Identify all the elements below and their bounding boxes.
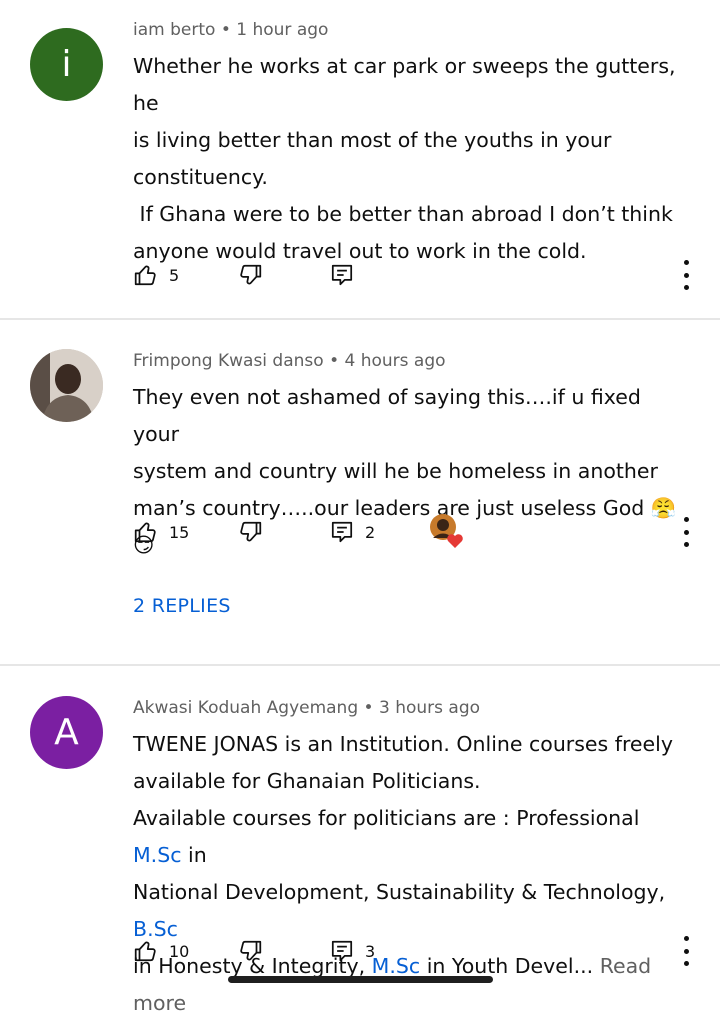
- comment-line: constituency.: [133, 165, 268, 189]
- comment-item: A Akwasi Koduah Agyemang • 3 hours ago T…: [0, 666, 720, 1015]
- line-text: Available courses for politicians are : …: [133, 806, 646, 830]
- like-count: 15: [169, 522, 190, 542]
- comment-line: available for Ghanaian Politicians.: [133, 769, 481, 793]
- hashtag-link[interactable]: M.Sc: [133, 843, 182, 867]
- comment-time: 4 hours ago: [344, 351, 446, 371]
- comment-line: is living better than most of the youths…: [133, 128, 612, 152]
- reply-comment-icon: [331, 521, 353, 543]
- creator-heart-icon: [430, 514, 463, 548]
- like-button[interactable]: 15: [133, 517, 189, 547]
- reply-comment-icon: [331, 264, 353, 286]
- thumbs-down-icon: [240, 940, 262, 961]
- comment-meta: Akwasi Koduah Agyemang • 3 hours ago: [133, 698, 480, 718]
- reply-comment-icon: [331, 940, 353, 962]
- dislike-button[interactable]: [237, 936, 263, 966]
- like-count: 5: [169, 265, 180, 285]
- comment-line: system and country will he be homeless i…: [133, 459, 658, 483]
- avatar[interactable]: [30, 349, 103, 422]
- comment-actions: 10 3: [133, 936, 693, 966]
- reply-button[interactable]: [329, 260, 355, 290]
- reply-button[interactable]: 3: [329, 936, 375, 966]
- kebab-menu-icon[interactable]: [681, 517, 691, 547]
- author-name[interactable]: Akwasi Koduah Agyemang: [133, 698, 358, 718]
- thumbs-down-icon: [240, 264, 262, 285]
- comment-meta: iam berto • 1 hour ago: [133, 20, 328, 40]
- dislike-button[interactable]: [237, 517, 263, 547]
- author-name[interactable]: iam berto: [133, 20, 215, 40]
- thumbs-up-icon: [134, 265, 156, 286]
- comment-line: If Ghana were to be better than abroad I…: [133, 202, 673, 226]
- comment-text: Whether he works at car park or sweeps t…: [133, 48, 693, 270]
- kebab-menu-icon[interactable]: [681, 260, 691, 290]
- thumbs-up-icon: [134, 522, 156, 543]
- like-count: 10: [169, 941, 190, 961]
- avatar[interactable]: i: [30, 28, 103, 101]
- comment-time: 3 hours ago: [378, 698, 481, 718]
- comment-item: Frimpong Kwasi danso • 4 hours ago They …: [0, 320, 720, 664]
- comment-line: Available courses for politicians are : …: [133, 800, 693, 874]
- author-name[interactable]: Frimpong Kwasi danso: [133, 351, 324, 371]
- comment-line: TWENE JONAS is an Institution. Online co…: [133, 732, 673, 756]
- line-text: in: [181, 843, 207, 867]
- creator-heart-badge: [429, 513, 465, 549]
- like-button[interactable]: 5: [133, 260, 179, 290]
- reply-button[interactable]: 2: [329, 517, 375, 547]
- dislike-button[interactable]: [237, 260, 263, 290]
- avatar-letter: A: [54, 712, 79, 753]
- meta-separator: •: [220, 20, 231, 40]
- comment-line: They even not ashamed of saying this….if…: [133, 385, 648, 446]
- like-button[interactable]: 10: [133, 936, 189, 966]
- comment-actions: 5: [133, 260, 693, 290]
- comment-line: Whether he works at car park or sweeps t…: [133, 54, 683, 115]
- home-indicator[interactable]: [228, 976, 493, 983]
- comment-time: 1 hour ago: [236, 20, 329, 40]
- avatar-letter: i: [61, 44, 72, 85]
- view-replies-button[interactable]: 2 REPLIES: [133, 595, 231, 617]
- meta-separator: •: [329, 351, 340, 371]
- comment-actions: 15 2: [133, 514, 693, 548]
- avatar[interactable]: A: [30, 696, 103, 769]
- kebab-menu-icon[interactable]: [681, 936, 691, 966]
- avatar-photo: [30, 349, 103, 422]
- reply-count: 3: [365, 941, 376, 961]
- line-text: National Development, Sustainability & T…: [133, 880, 672, 904]
- meta-separator: •: [363, 698, 374, 718]
- thumbs-down-icon: [240, 521, 262, 542]
- reply-count: 2: [365, 522, 376, 542]
- thumbs-up-icon: [134, 941, 156, 962]
- comment-meta: Frimpong Kwasi danso • 4 hours ago: [133, 351, 446, 371]
- comment-item: i iam berto • 1 hour ago Whether he work…: [0, 0, 720, 318]
